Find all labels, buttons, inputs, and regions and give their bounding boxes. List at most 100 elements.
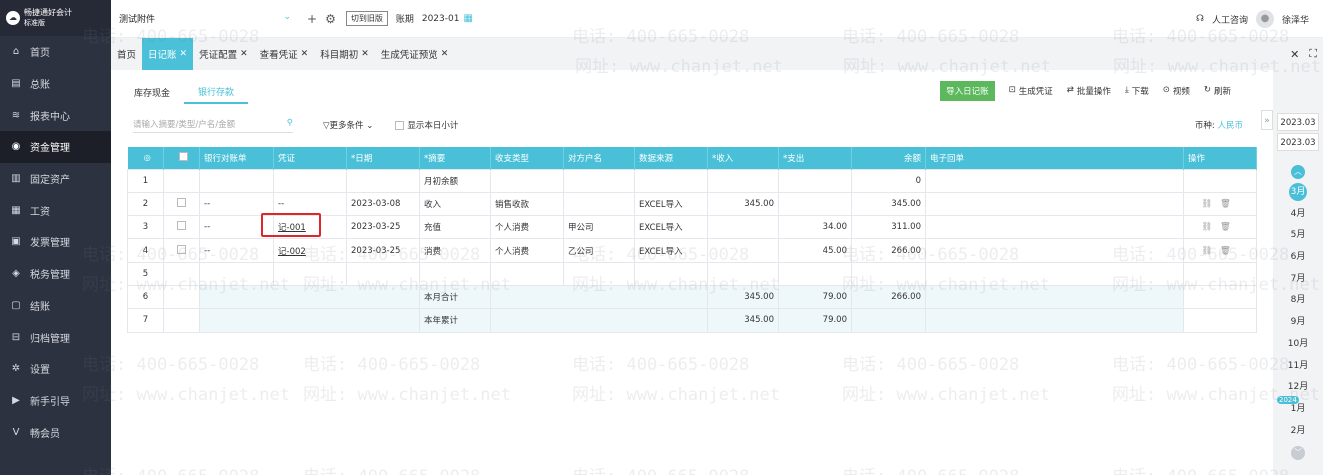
row-select[interactable] xyxy=(163,215,200,240)
cell-income xyxy=(707,168,779,193)
checkbox[interactable] xyxy=(395,120,405,130)
month-item[interactable]: 6月 xyxy=(1273,247,1323,269)
column-settings-icon[interactable]: ◎ xyxy=(127,147,164,169)
cell-expense xyxy=(778,261,852,286)
company-selector[interactable]: 测试附件 ⌄ xyxy=(119,12,299,25)
checkbox[interactable] xyxy=(177,244,186,254)
sidebar-item-tax[interactable]: ◈ 税务管理 xyxy=(0,258,111,290)
checkbox[interactable] xyxy=(177,197,186,207)
checkbox[interactable] xyxy=(177,221,186,231)
sidebar-item-asset[interactable]: ▥ 固定资产 xyxy=(0,163,111,195)
link-icon[interactable]: ⛓ xyxy=(1201,222,1220,232)
sidebar-item-archive[interactable]: ⊟ 归档管理 xyxy=(0,321,111,353)
scroll-down-icon[interactable]: ﹀ xyxy=(1291,446,1305,460)
month-item[interactable]: 8月 xyxy=(1273,290,1323,312)
table-row[interactable]: 4 -- 记-002 2023-03-25 消费 个人消费 乙公司 EXCEL导入 45.00 2… xyxy=(127,238,1257,263)
tab-0[interactable]: 首页 xyxy=(111,38,142,70)
switch-old-version-button[interactable]: 切到旧版 xyxy=(345,11,388,26)
sidebar-item-home[interactable]: ⌂ 首页 xyxy=(0,36,111,68)
tab-bank-deposit[interactable]: 银行存款 xyxy=(184,80,249,104)
sidebar-item-vip[interactable]: V 畅会员 xyxy=(0,416,111,448)
close-icon[interactable]: ✕ xyxy=(180,49,188,59)
close-icon[interactable]: ✕ xyxy=(441,49,449,59)
month-item[interactable]: 4月 xyxy=(1273,204,1323,226)
show-daily-subtotal-label: 显示本日小计 xyxy=(407,121,459,131)
download-button[interactable]: ⤓ 下载 xyxy=(1125,85,1149,97)
headset-icon[interactable]: ☊ xyxy=(1196,14,1204,24)
tab-1[interactable]: 日记账 ✕ xyxy=(142,38,194,70)
month-item[interactable]: 3月 xyxy=(1273,182,1323,204)
avatar[interactable]: ● xyxy=(1255,10,1274,28)
tab-cash[interactable]: 库存现金 xyxy=(120,80,184,104)
voucher-link[interactable]: 记-002 xyxy=(278,247,306,257)
delete-icon[interactable]: 🗑 xyxy=(1220,246,1239,256)
app-logo[interactable]: ☁ 畅捷通好会计 标准版 xyxy=(0,0,111,36)
calendar-icon[interactable]: ▦ xyxy=(463,13,472,24)
month-item[interactable]: 11月 xyxy=(1273,356,1323,378)
currency-selector[interactable]: 币种: 人民币 xyxy=(1195,119,1243,131)
generate-voucher-button[interactable]: ⊡ 生成凭证 xyxy=(1009,85,1053,97)
expand-panel-icon[interactable]: » xyxy=(1261,110,1273,130)
col-income: *收入 xyxy=(707,147,779,169)
account-type-tabs: 库存现金 银行存款 xyxy=(120,80,249,104)
tab-5[interactable]: 生成凭证预览 ✕ xyxy=(375,38,455,70)
month-item[interactable]: 7月 xyxy=(1273,269,1323,291)
delete-icon[interactable]: 🗑 xyxy=(1220,199,1239,209)
refresh-button[interactable]: ↻ 刷新 xyxy=(1204,85,1231,97)
search-input[interactable]: 请输入摘要/类型/户名/金额 ⚲ xyxy=(133,118,293,133)
tab-4[interactable]: 科目期初 ✕ xyxy=(314,38,375,70)
sidebar-item-invoice[interactable]: ▣ 发票管理 xyxy=(0,226,111,258)
table-row[interactable]: 1 月初余额 0 xyxy=(127,168,1257,193)
fullscreen-icon[interactable]: ⛶ xyxy=(1309,47,1317,61)
link-icon[interactable]: ⛓ xyxy=(1201,246,1220,256)
close-icon[interactable]: ✕ xyxy=(301,49,309,59)
search-icon[interactable]: ⚲ xyxy=(287,118,293,130)
sidebar-item-settings[interactable]: ✲ 设置 xyxy=(0,353,111,385)
delete-icon[interactable]: 🗑 xyxy=(1220,222,1239,232)
scroll-up-icon[interactable]: ︿ xyxy=(1291,165,1305,179)
add-icon[interactable]: + xyxy=(307,12,317,26)
month-item[interactable]: 10月 xyxy=(1273,334,1323,356)
period-value[interactable]: 2023-01 xyxy=(422,14,460,24)
show-daily-subtotal-checkbox[interactable]: 显示本日小计 xyxy=(395,119,458,131)
gear-icon[interactable]: ⚙ xyxy=(325,12,336,26)
cell-voucher[interactable]: 记-002 xyxy=(273,238,347,263)
settings-icon: ✲ xyxy=(11,363,21,375)
row-select[interactable] xyxy=(163,261,200,286)
voucher-link[interactable]: -- xyxy=(278,199,284,209)
month-item[interactable]: 9月 xyxy=(1273,312,1323,334)
year-end-box[interactable]: 2023.03 xyxy=(1277,133,1319,151)
support-link[interactable]: 人工咨询 xyxy=(1212,13,1248,26)
tab-3[interactable]: 查看凭证 ✕ xyxy=(254,38,315,70)
close-icon[interactable]: ✕ xyxy=(361,49,369,59)
more-conditions-button[interactable]: ▽更多条件 ⌄ xyxy=(323,119,373,131)
month-item[interactable]: 2月 xyxy=(1273,421,1323,443)
select-all-checkbox[interactable] xyxy=(163,147,200,169)
user-name[interactable]: 徐泽华 xyxy=(1282,13,1309,26)
tab-2[interactable]: 凭证配置 ✕ xyxy=(193,38,254,70)
row-select[interactable] xyxy=(163,191,200,217)
month-label: 8月 xyxy=(1290,295,1306,306)
sidebar-item-fund[interactable]: ◉ 资金管理 xyxy=(0,131,111,163)
sidebar-item-chart[interactable]: ≋ 报表中心 xyxy=(0,99,111,131)
sidebar-item-ledger[interactable]: ▤ 总账 xyxy=(0,68,111,100)
sidebar-item-checkout[interactable]: ▢ 结账 xyxy=(0,290,111,322)
cell-operations: ⛓🗑 xyxy=(1183,215,1257,240)
currency-value[interactable]: 人民币 xyxy=(1217,121,1243,131)
link-icon[interactable]: ⛓ xyxy=(1201,199,1220,209)
year-start-box[interactable]: 2023.03 xyxy=(1277,113,1319,131)
ledger-icon: ▤ xyxy=(11,78,21,90)
close-all-icon[interactable]: ✕ xyxy=(1290,48,1299,61)
video-button[interactable]: ⊙ 视频 xyxy=(1163,85,1190,97)
import-journal-button[interactable]: 导入日记账 xyxy=(940,81,995,101)
batch-operation-button[interactable]: ⇄ 批量操作 xyxy=(1067,85,1111,97)
checkbox[interactable] xyxy=(179,151,188,161)
close-icon[interactable]: ✕ xyxy=(240,49,248,59)
row-select[interactable] xyxy=(163,168,200,193)
total-expense: 79.00 xyxy=(778,284,852,310)
month-item[interactable]: 5月 xyxy=(1273,225,1323,247)
table-row[interactable]: 5 xyxy=(127,261,1257,286)
sidebar-item-salary[interactable]: ▦ 工资 xyxy=(0,194,111,226)
row-select[interactable] xyxy=(163,238,200,263)
sidebar-item-guide[interactable]: ▶ 新手引导 xyxy=(0,385,111,417)
